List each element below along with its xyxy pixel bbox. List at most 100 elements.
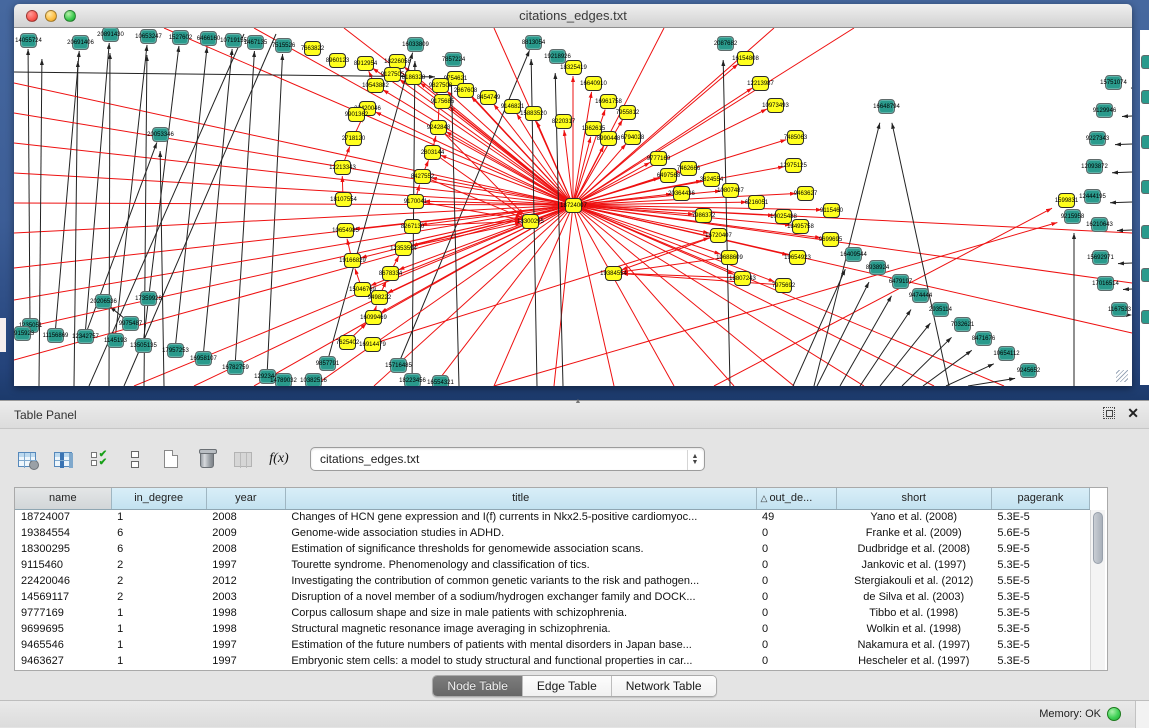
cell-out_degree[interactable]: 49 — [756, 509, 836, 525]
graph-node[interactable]: 16648794 — [878, 99, 895, 114]
cell-pagerank[interactable]: 5.3E-5 — [991, 557, 1089, 573]
graph-node[interactable]: 20691406 — [72, 35, 89, 50]
node-table-grid[interactable]: namein_degreeyeartitle△out_de...shortpag… — [15, 488, 1090, 669]
column-header-out_degree[interactable]: △out_de... — [756, 488, 836, 509]
graph-node[interactable]: 1527602 — [172, 30, 189, 45]
table-row[interactable]: 2242004622012Investigating the contribut… — [15, 573, 1090, 589]
delete-rows-icon[interactable] — [194, 446, 220, 472]
cell-in_degree[interactable]: 2 — [111, 573, 206, 589]
graph-node[interactable]: 7625402 — [339, 335, 356, 350]
cell-in_degree[interactable]: 2 — [111, 589, 206, 605]
cell-title[interactable]: Corpus callosum shape and size in male p… — [285, 605, 756, 621]
graph-node[interactable]: 9777169 — [650, 151, 667, 166]
cell-name[interactable]: 9115460 — [15, 557, 111, 573]
graph-node[interactable]: 10719155 — [225, 33, 242, 48]
graph-node[interactable]: 6216051 — [748, 195, 765, 210]
graph-node[interactable]: 9975487 — [122, 316, 139, 331]
cell-out_degree[interactable]: 0 — [756, 525, 836, 541]
graph-node[interactable]: 18724007 — [565, 198, 582, 213]
cell-name[interactable]: 19384554 — [15, 525, 111, 541]
table-row[interactable]: 969969511998Structural magnetic resonanc… — [15, 621, 1090, 637]
minimize-window-icon[interactable] — [45, 10, 57, 22]
graph-node[interactable]: 16409544 — [845, 247, 862, 262]
graph-node[interactable]: 15883520 — [525, 106, 542, 121]
graph-node[interactable]: 12093872 — [1086, 159, 1103, 174]
cell-year[interactable]: 2009 — [206, 525, 285, 541]
graph-node[interactable]: 19166829 — [344, 253, 361, 268]
cell-name[interactable]: 18724007 — [15, 509, 111, 525]
cell-in_degree[interactable]: 1 — [111, 621, 206, 637]
cell-title[interactable]: Disruption of a novel member of a sodium… — [285, 589, 756, 605]
cell-out_degree[interactable]: 0 — [756, 589, 836, 605]
graph-node[interactable]: 19218926 — [549, 49, 566, 64]
graph-node[interactable]: 8960123 — [329, 53, 346, 68]
graph-node[interactable]: 9170041 — [407, 194, 424, 209]
cell-pagerank[interactable]: 5.5E-5 — [991, 573, 1089, 589]
graph-node[interactable]: 2087682 — [717, 36, 734, 51]
graph-node[interactable]: 14789032 — [275, 373, 292, 386]
graph-node[interactable]: 14055724 — [20, 33, 37, 48]
graph-node[interactable]: 1599831 — [1058, 193, 1075, 208]
graph-node[interactable]: 18807243 — [734, 271, 751, 286]
graph-node[interactable]: 15751074 — [1105, 75, 1122, 90]
graph-node[interactable]: 6497568 — [660, 168, 677, 183]
cell-year[interactable]: 1998 — [206, 621, 285, 637]
zoom-window-icon[interactable] — [64, 10, 76, 22]
graph-node[interactable]: 2867608 — [457, 83, 474, 98]
graph-node[interactable]: 9127505 — [384, 67, 401, 82]
cell-out_degree[interactable]: 0 — [756, 541, 836, 557]
graph-node[interactable]: 16154808 — [737, 51, 754, 66]
column-header-in_degree[interactable]: in_degree — [111, 488, 206, 509]
graph-node[interactable]: 8427552 — [414, 169, 431, 184]
tab-edge-table[interactable]: Edge Table — [523, 676, 612, 696]
graph-node[interactable]: 16099469 — [365, 310, 382, 325]
cell-title[interactable]: Changes of HCN gene expression and I(f) … — [285, 509, 756, 525]
graph-node[interactable]: 20891430 — [102, 28, 119, 42]
cell-title[interactable]: Investigating the contribution of common… — [285, 573, 756, 589]
graph-node[interactable]: 9857791 — [319, 356, 336, 371]
cell-title[interactable]: Tourette syndrome. Phenomenology and cla… — [285, 557, 756, 573]
cell-out_degree[interactable]: 0 — [756, 637, 836, 653]
graph-node[interactable]: 11156869 — [47, 328, 64, 343]
graph-node[interactable]: 10543882 — [367, 78, 384, 93]
graph-node[interactable]: 2803144 — [424, 145, 441, 160]
graph-node[interactable]: 10025488 — [775, 209, 792, 224]
graph-node[interactable]: 18495758 — [792, 219, 809, 234]
cell-title[interactable]: Embryonic stem cells: a model to study s… — [285, 653, 756, 669]
cell-short[interactable]: de Silva et al. (2003) — [836, 589, 991, 605]
cell-year[interactable]: 2003 — [206, 589, 285, 605]
cell-out_degree[interactable]: 0 — [756, 605, 836, 621]
table-row[interactable]: 1872400712008Changes of HCN gene express… — [15, 509, 1090, 525]
graph-node[interactable]: 9827508 — [432, 78, 449, 93]
tab-network-table[interactable]: Network Table — [612, 676, 716, 696]
column-header-year[interactable]: year — [206, 488, 285, 509]
graph-node[interactable]: 9227343 — [1089, 131, 1106, 146]
graph-node[interactable]: 8678334 — [382, 266, 399, 281]
graph-node[interactable]: 7975692 — [775, 278, 792, 293]
cell-pagerank[interactable]: 5.3E-5 — [991, 653, 1089, 669]
graph-node[interactable]: 1145193 — [107, 333, 124, 348]
cell-in_degree[interactable]: 1 — [111, 653, 206, 669]
cell-short[interactable]: Jankovic et al. (1997) — [836, 557, 991, 573]
graph-node[interactable]: 13505135 — [135, 338, 152, 353]
column-header-title[interactable]: title — [285, 488, 756, 509]
graph-node[interactable]: 16914479 — [364, 337, 381, 352]
select-all-icon[interactable]: ✔ ✔ — [86, 446, 112, 472]
cell-name[interactable]: 14569117 — [15, 589, 111, 605]
graph-node[interactable]: 8938924 — [869, 260, 886, 275]
graph-node[interactable]: 20364436 — [673, 186, 690, 201]
graph-node[interactable]: 17957253 — [167, 343, 184, 358]
unselect-all-icon[interactable] — [122, 446, 148, 472]
graph-node[interactable]: 12444195 — [1084, 189, 1101, 204]
graph-node[interactable]: 8912954 — [357, 56, 374, 71]
graph-node[interactable]: 6466160 — [200, 31, 217, 46]
cell-name[interactable]: 9465546 — [15, 637, 111, 653]
table-row[interactable]: 1456911722003Disruption of a novel membe… — [15, 589, 1090, 605]
network-view-window[interactable]: citations_edges.txt 14055724206914062089… — [14, 4, 1132, 386]
cell-name[interactable]: 9777169 — [15, 605, 111, 621]
graph-node[interactable]: 16961758 — [600, 94, 617, 109]
table-row[interactable]: 977716911998Corpus callosum shape and si… — [15, 605, 1090, 621]
graph-node[interactable]: 7857224 — [445, 52, 462, 67]
cell-short[interactable]: Dudbridge et al. (2008) — [836, 541, 991, 557]
graph-node[interactable]: 7663822 — [304, 41, 321, 56]
